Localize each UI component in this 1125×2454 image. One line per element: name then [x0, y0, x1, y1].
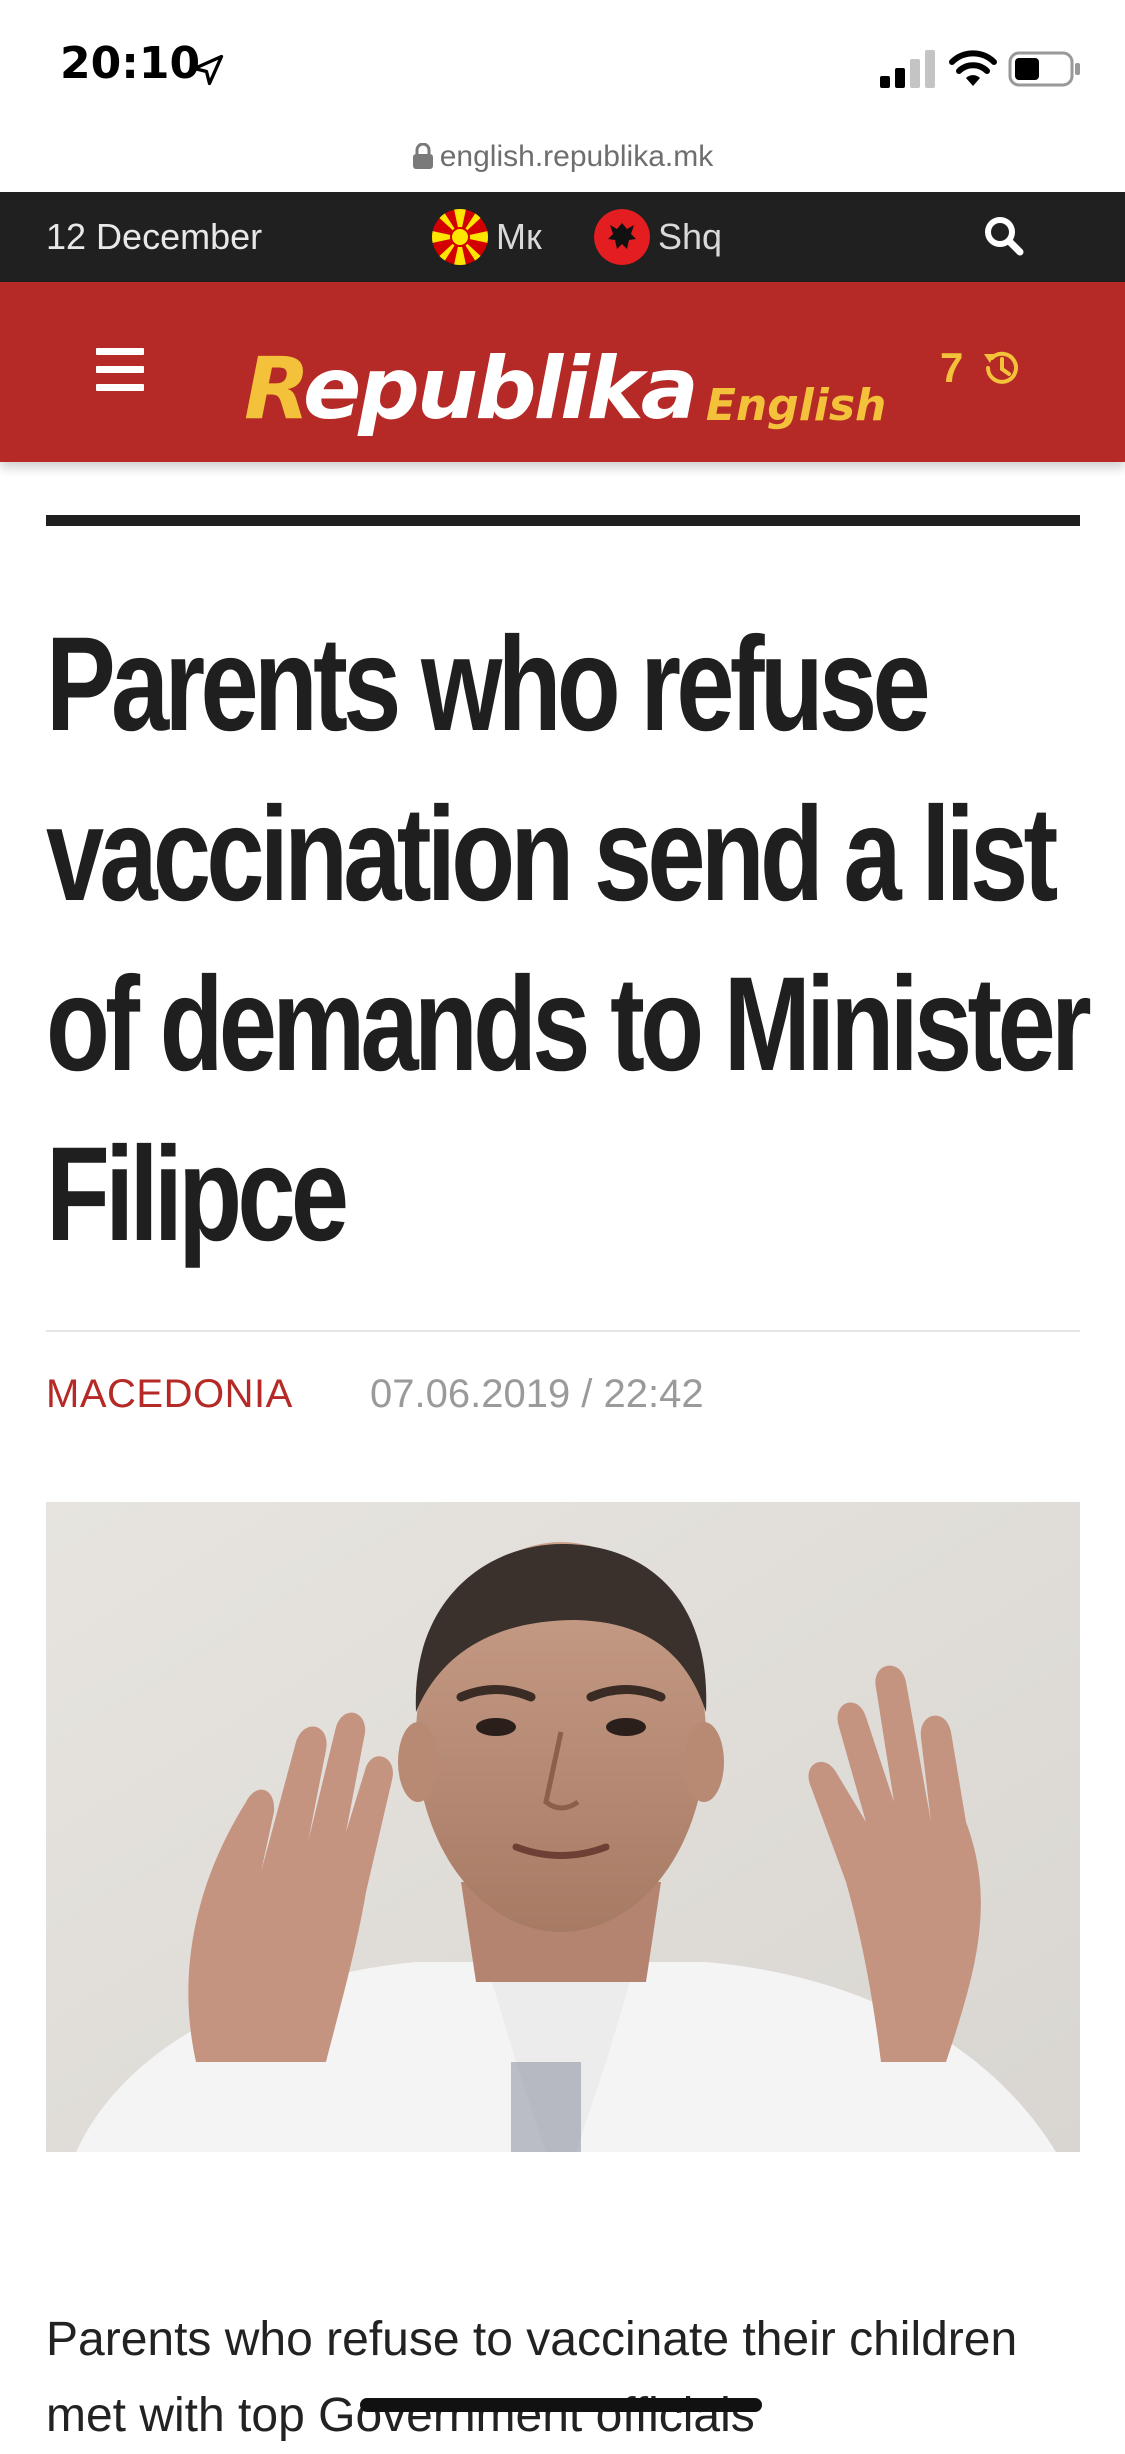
status-time: 20:10: [60, 38, 201, 89]
history-count[interactable]: 7: [940, 344, 963, 392]
home-indicator[interactable]: [360, 2398, 762, 2412]
macedonia-flag-icon: [432, 209, 488, 265]
language-sq-label: Shq: [658, 216, 723, 257]
article-photo[interactable]: [46, 1502, 1080, 2152]
url-text: english.republika.mk: [439, 140, 714, 173]
top-bar: 12 December Мк Shq: [0, 192, 1125, 282]
logo-subtitle: English: [705, 380, 887, 431]
article-headline: Parents who refuse vaccination send a li…: [46, 610, 1092, 1269]
hamburger-menu-icon[interactable]: [96, 348, 144, 392]
article-datetime: 07.06.2019 / 22:42: [370, 1372, 704, 1416]
cellular-signal-icon: [880, 50, 935, 88]
language-albanian-link[interactable]: Shq: [594, 209, 723, 265]
article-body-text: Parents who refuse to vaccinate their ch…: [46, 2313, 1018, 2442]
status-bar: 20:10: [0, 0, 1125, 132]
meta-divider: [46, 1330, 1080, 1332]
battery-icon: [1008, 51, 1080, 87]
location-arrow-icon: [192, 54, 224, 86]
language-mk-label: Мк: [496, 216, 542, 257]
albania-flag-icon: [594, 209, 650, 265]
language-macedonian-link[interactable]: Мк: [432, 209, 542, 265]
search-icon[interactable]: [980, 212, 1030, 262]
lock-icon: [412, 143, 433, 169]
section-divider: [46, 515, 1080, 526]
site-header: Republika English 7: [0, 282, 1125, 462]
article-photo-image: [46, 1502, 1080, 2152]
address-bar[interactable]: english.republika.mk: [0, 132, 1125, 192]
current-date: 12 December: [46, 216, 263, 257]
logo-wordmark: epublika: [302, 339, 699, 439]
article-category-link[interactable]: MACEDONIA: [46, 1372, 293, 1417]
site-logo[interactable]: Republika English: [244, 322, 886, 432]
logo-initial: R: [244, 339, 306, 439]
history-clock-icon[interactable]: [980, 346, 1024, 390]
wifi-icon: [949, 50, 997, 86]
